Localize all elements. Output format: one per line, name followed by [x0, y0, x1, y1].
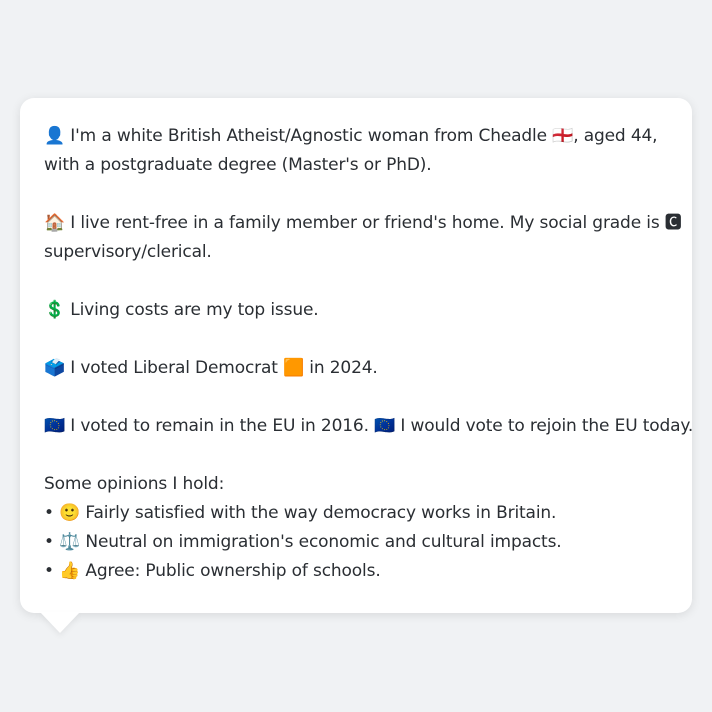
bubble-tail [40, 612, 80, 633]
identity-paragraph: 👤 I'm a white British Atheist/Agnostic w… [44, 122, 668, 180]
message-bubble: 👤 I'm a white British Atheist/Agnostic w… [20, 98, 694, 613]
vote-paragraph: 🗳️ I voted Liberal Democrat 🟧 in 2024. [44, 354, 668, 383]
opinions-list: • 🙂 Fairly satisfied with the way democr… [44, 499, 668, 586]
housing-paragraph: 🏠 I live rent-free in a family member or… [44, 209, 682, 267]
identity-line-1: 👤 I'm a white British Atheist/Agnostic w… [44, 126, 658, 146]
top-issue-paragraph: 💲 Living costs are my top issue. [44, 296, 668, 325]
opinions-heading: Some opinions I hold: [44, 474, 225, 494]
top-issue-text: 💲 Living costs are my top issue. [44, 300, 319, 320]
eu-vote-text: 🇪🇺 I voted to remain in the EU in 2016. … [44, 416, 694, 436]
identity-line-2: with a postgraduate degree (Master's or … [44, 155, 432, 175]
opinion-item: • ⚖️ Neutral on immigration's economic a… [44, 532, 562, 552]
eu-paragraph: 🇪🇺 I voted to remain in the EU in 2016. … [44, 412, 694, 441]
opinion-item: • 👍 Agree: Public ownership of schools. [44, 561, 381, 581]
housing-line-1: 🏠 I live rent-free in a family member or… [44, 213, 682, 233]
vote-2024-text: 🗳️ I voted Liberal Democrat 🟧 in 2024. [44, 358, 378, 378]
housing-line-2: supervisory/clerical. [44, 242, 212, 262]
message-content: 👤 I'm a white British Atheist/Agnostic w… [44, 122, 694, 586]
opinion-item: • 🙂 Fairly satisfied with the way democr… [44, 503, 557, 523]
